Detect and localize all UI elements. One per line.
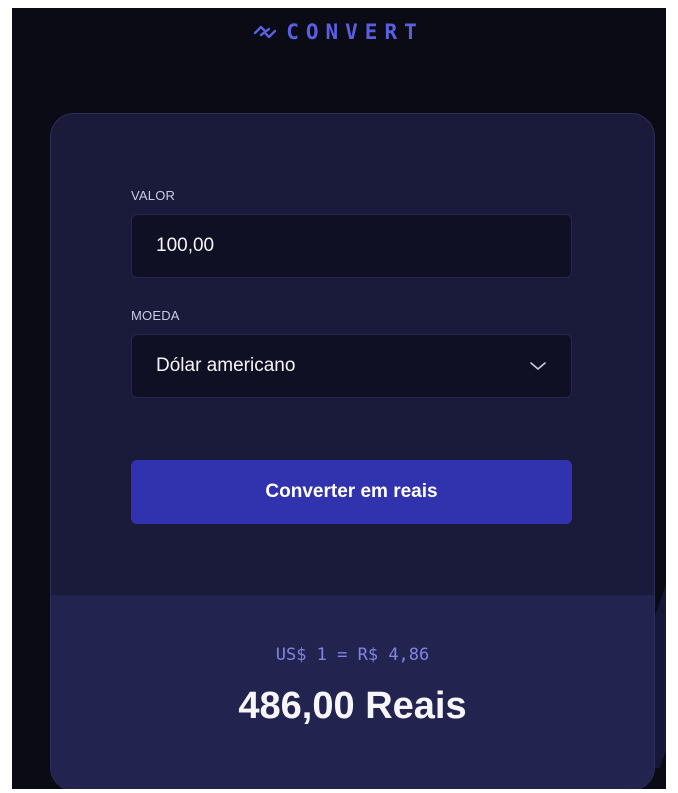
logo-text: CONVERT bbox=[286, 20, 424, 44]
amount-label: VALOR bbox=[131, 188, 176, 203]
amount-input[interactable] bbox=[132, 215, 571, 277]
convert-arrows-icon bbox=[254, 24, 277, 40]
chevron-down-icon bbox=[529, 359, 547, 377]
currency-selected-value: Dólar americano bbox=[156, 355, 296, 376]
converted-total: 486,00 Reais bbox=[238, 685, 467, 727]
exchange-rate: US$ 1 = R$ 4,86 bbox=[275, 645, 430, 665]
currency-select[interactable]: Dólar americano bbox=[131, 334, 572, 398]
app-frame: CONVERT VALOR MOEDA Dólar americano Conv… bbox=[12, 8, 666, 789]
currency-label: MOEDA bbox=[131, 308, 180, 323]
app-logo: CONVERT bbox=[12, 20, 666, 44]
amount-field[interactable] bbox=[131, 214, 572, 278]
result-panel: US$ 1 = R$ 4,86 486,00 Reais bbox=[51, 595, 654, 789]
convert-button[interactable]: Converter em reais bbox=[131, 460, 572, 524]
converter-card: VALOR MOEDA Dólar americano Converter em… bbox=[50, 113, 655, 789]
